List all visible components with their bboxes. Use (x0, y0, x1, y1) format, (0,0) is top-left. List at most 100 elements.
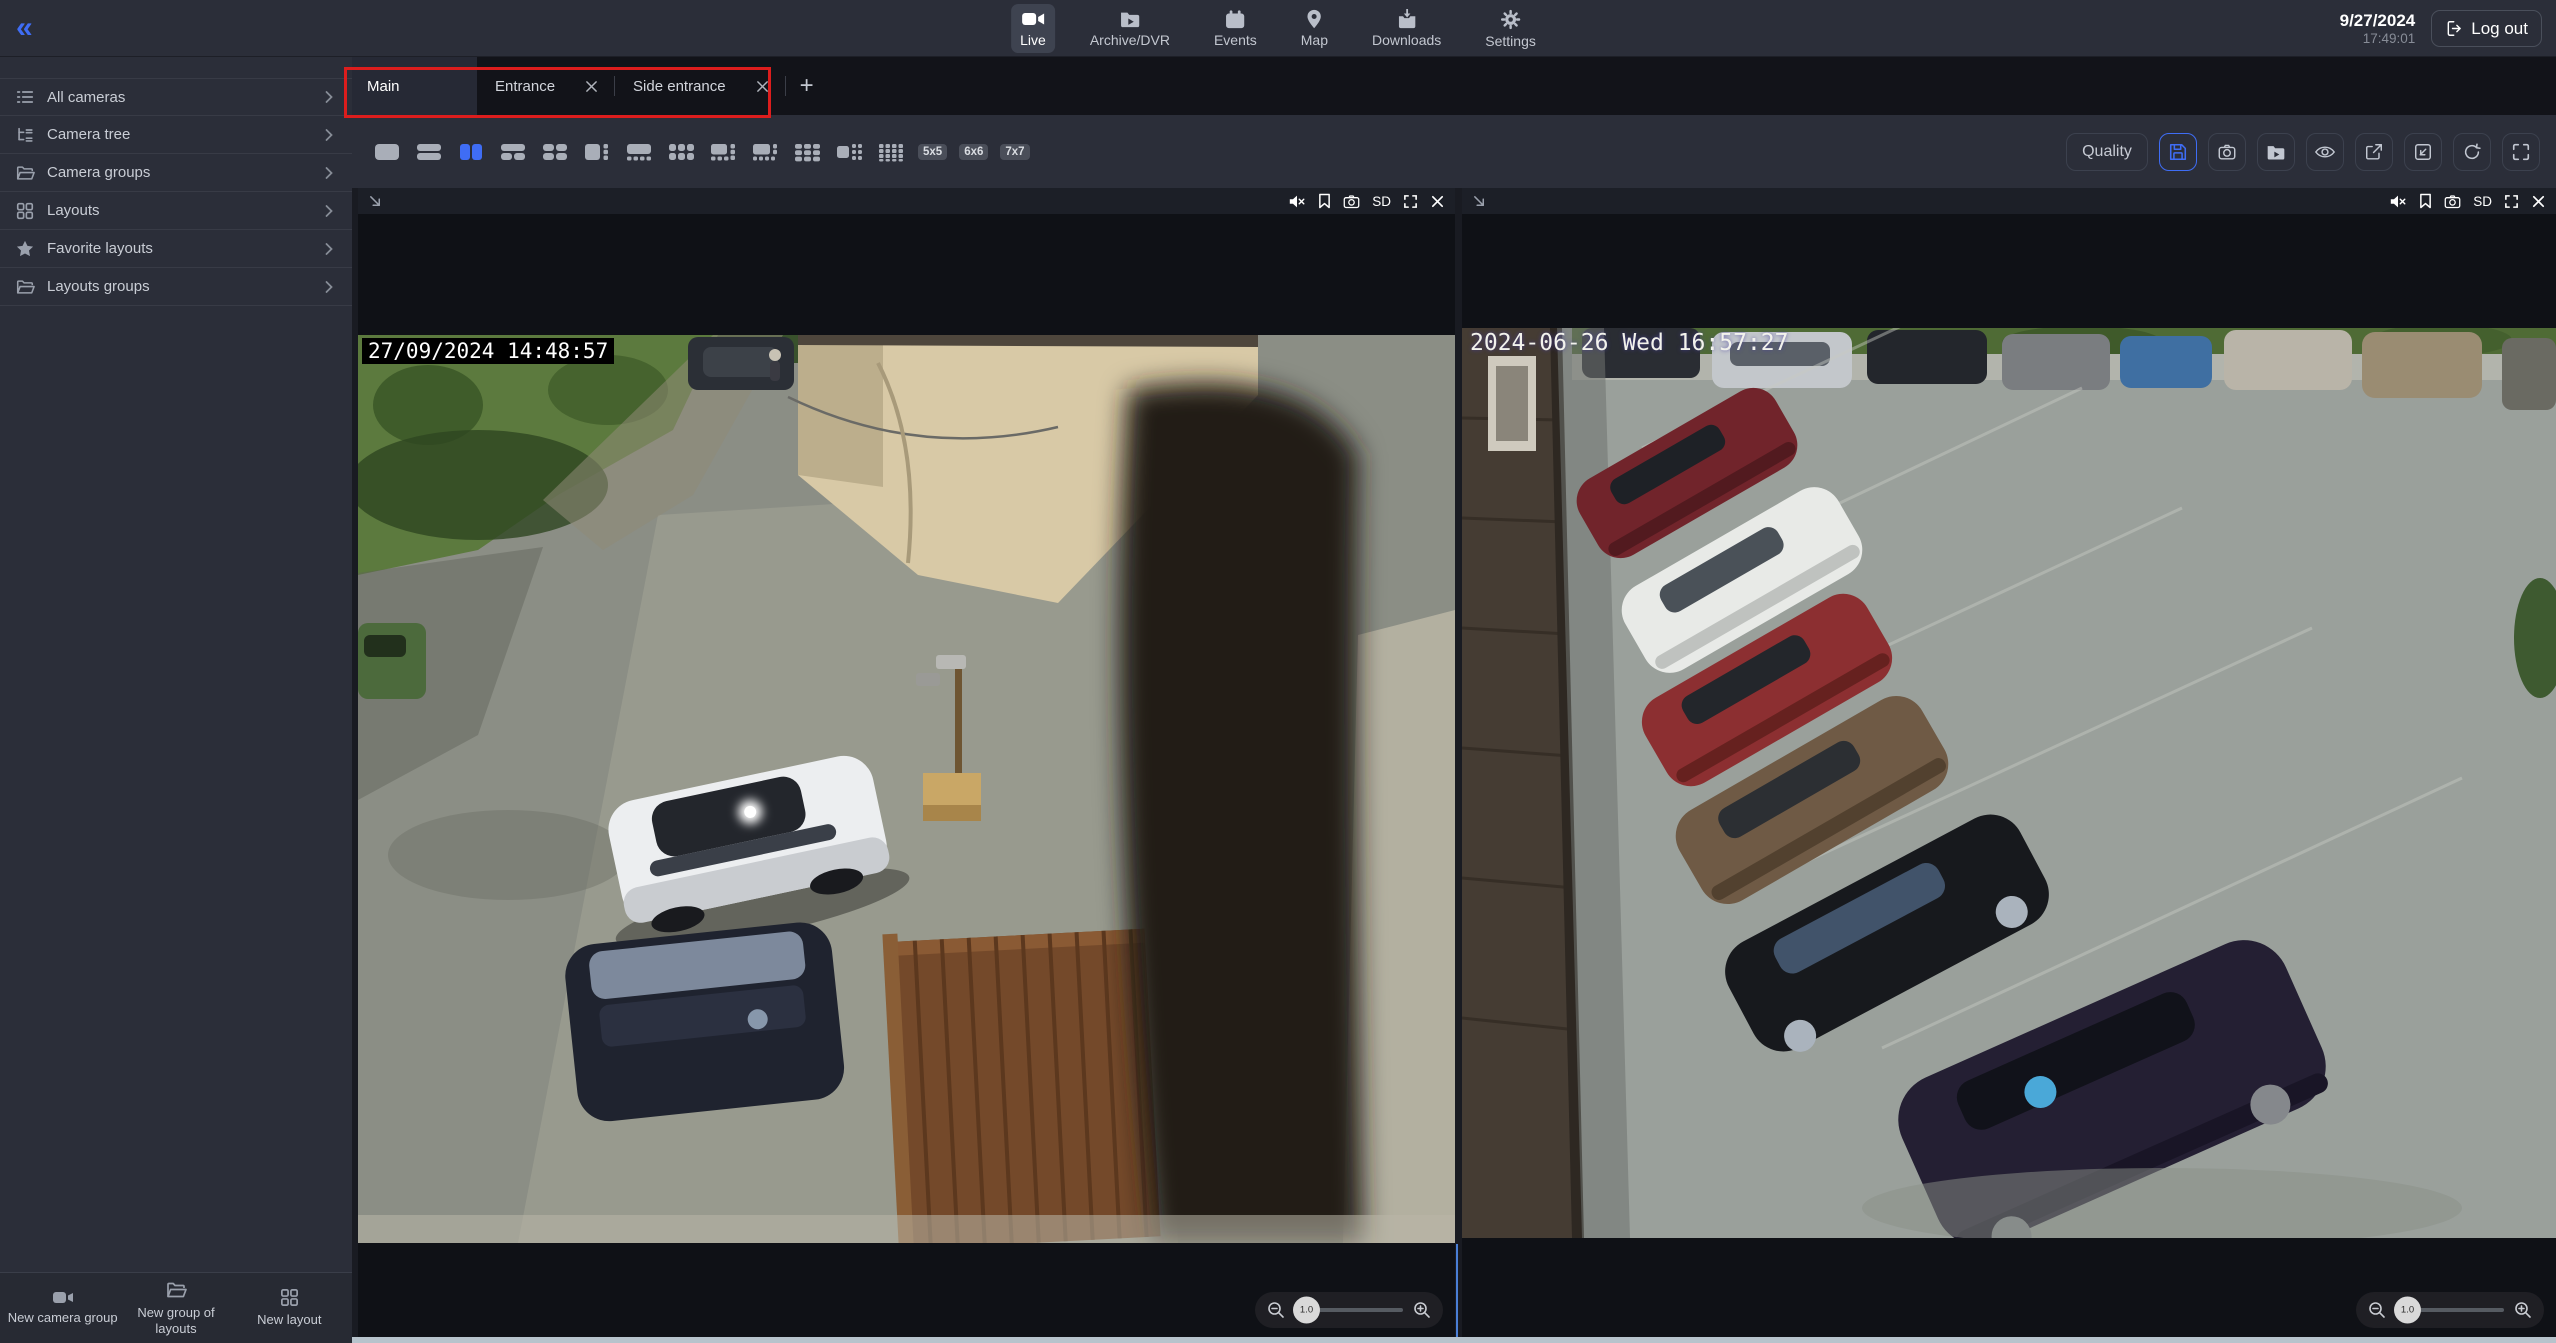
sidebar-collapse-icon[interactable]: « (16, 13, 29, 43)
sd-quality-toggle[interactable]: SD (2473, 194, 2492, 209)
layout-5x5-button[interactable]: 5x5 (918, 144, 947, 160)
logout-label: Log out (2471, 19, 2528, 39)
person-walking (769, 349, 781, 381)
sd-quality-toggle[interactable]: SD (1372, 194, 1391, 209)
sidebar-item-layouts-groups[interactable]: Layouts groups (0, 268, 352, 306)
nav-downloads[interactable]: Downloads (1363, 4, 1450, 53)
tab-entrance[interactable]: Entrance (477, 57, 614, 115)
nav-settings[interactable]: Settings (1476, 4, 1545, 54)
resize-arrow-icon[interactable] (368, 194, 383, 209)
zoom-in-icon[interactable] (1413, 1301, 1431, 1319)
snapshot-icon[interactable] (2444, 194, 2461, 209)
sidebar-item-label: Camera tree (47, 126, 321, 143)
layout-1-plus-2-button[interactable] (498, 141, 528, 163)
top-bar: « Live Archive/DVR Events Map (0, 0, 2556, 57)
export-button[interactable] (2355, 133, 2393, 171)
layout-4x4-button[interactable] (876, 141, 906, 163)
mute-icon[interactable] (2389, 194, 2407, 209)
layout-6x6-button[interactable]: 6x6 (959, 144, 988, 160)
new-group-of-layouts-button[interactable]: New group of layouts (120, 1279, 232, 1338)
folder-icon (15, 163, 35, 183)
snapshot-button[interactable] (2208, 133, 2246, 171)
sidebar-footer: New camera group New group of layouts Ne… (0, 1272, 352, 1343)
tab-close-icon[interactable] (752, 78, 773, 95)
sidebar-item-favorite-layouts[interactable]: Favorite layouts (0, 230, 352, 268)
tile-close-icon[interactable] (1430, 194, 1445, 209)
star-icon (15, 239, 35, 259)
layout-3x2-button[interactable] (666, 141, 696, 163)
nav-live[interactable]: Live (1011, 4, 1055, 53)
zoom-out-icon[interactable] (2368, 1301, 2386, 1319)
layout-7x7-button[interactable]: 7x7 (1000, 144, 1029, 160)
current-date: 9/27/2024 (2340, 11, 2416, 31)
live-camera-icon (1021, 9, 1045, 29)
layout-1x1-button[interactable] (372, 141, 402, 163)
open-archive-button[interactable] (2257, 133, 2295, 171)
zoom-in-icon[interactable] (2514, 1301, 2532, 1319)
sidebar-item-label: Layouts groups (47, 278, 321, 295)
top-right-cluster: 9/27/2024 17:49:01 Log out (2340, 0, 2542, 57)
layout-1-plus-7-button[interactable] (750, 141, 780, 163)
folder-icon (15, 277, 35, 297)
datetime: 9/27/2024 17:49:01 (2340, 11, 2416, 46)
osd-timestamp: 27/09/2024 14:48:57 (362, 338, 614, 364)
fence (882, 921, 1160, 1243)
camera-tile-side-entrance[interactable]: SD (1462, 188, 2556, 1337)
quality-button[interactable]: Quality (2066, 133, 2148, 171)
add-tab-button[interactable]: + (786, 76, 828, 96)
archive-folder-icon (1118, 9, 1142, 29)
tab-label: Entrance (495, 78, 555, 95)
bookmark-icon[interactable] (1318, 193, 1331, 209)
new-camera-group-button[interactable]: New camera group (7, 1289, 119, 1326)
nav-label: Live (1020, 32, 1046, 48)
zoom-slider[interactable]: 1.0 (1295, 1308, 1403, 1312)
sidebar-item-camera-groups[interactable]: Camera groups (0, 154, 352, 192)
layout-1-plus-3-button[interactable] (582, 141, 612, 163)
layout-3x3-button[interactable] (792, 141, 822, 163)
new-layout-button[interactable]: New layout (233, 1287, 345, 1328)
tile-fullscreen-icon[interactable] (2504, 194, 2519, 209)
sidebar-item-all-cameras[interactable]: All cameras (0, 78, 352, 116)
camera-video-side-entrance[interactable]: 2024-06-26 Wed 16:57:27 (1462, 328, 2556, 1238)
nav-map[interactable]: Map (1292, 4, 1337, 53)
video-camera-icon (51, 1289, 75, 1306)
layout-1-plus-5-button[interactable] (708, 141, 738, 163)
camera-tile-entrance[interactable]: SD (358, 188, 1455, 1337)
resize-arrow-icon[interactable] (1472, 194, 1487, 209)
zoom-out-icon[interactable] (1267, 1301, 1285, 1319)
archive-folder-icon (2266, 142, 2286, 162)
zoom-slider[interactable]: 1.0 (2396, 1308, 2504, 1312)
tile-fullscreen-icon[interactable] (1403, 194, 1418, 209)
bookmark-icon[interactable] (2419, 193, 2432, 209)
layout-2-columns-button[interactable] (456, 141, 486, 163)
tab-close-icon[interactable] (581, 78, 602, 95)
logout-button[interactable]: Log out (2431, 10, 2542, 47)
layout-2x2-button[interactable] (540, 141, 570, 163)
pip-button[interactable] (2404, 133, 2442, 171)
building-wall (1462, 328, 1630, 1238)
grid-icon (15, 201, 35, 221)
zoom-slider-handle[interactable]: 1.0 (2394, 1297, 2421, 1324)
tab-side-entrance[interactable]: Side entrance (615, 57, 785, 115)
sidebar-item-camera-tree[interactable]: Camera tree (0, 116, 352, 154)
tab-main[interactable]: Main (352, 57, 477, 115)
layout-2-rows-button[interactable] (414, 141, 444, 163)
nav-events[interactable]: Events (1205, 4, 1266, 53)
logout-icon (2445, 19, 2464, 38)
fullscreen-button[interactable] (2502, 133, 2540, 171)
bottom-strip (352, 1337, 2556, 1343)
tab-label: Side entrance (633, 78, 726, 95)
snapshot-icon[interactable] (1343, 194, 1360, 209)
save-layout-button[interactable] (2159, 133, 2197, 171)
nav-archive-dvr[interactable]: Archive/DVR (1081, 4, 1179, 53)
zoom-slider-handle[interactable]: 1.0 (1293, 1297, 1320, 1324)
tile-close-icon[interactable] (2531, 194, 2546, 209)
eye-button[interactable] (2306, 133, 2344, 171)
layout-1-plus-8-button[interactable] (834, 141, 864, 163)
camera-video-entrance[interactable]: 27/09/2024 14:48:57 (358, 335, 1455, 1243)
layout-1-plus-4-button[interactable] (624, 141, 654, 163)
chevron-right-icon (321, 279, 337, 295)
refresh-button[interactable] (2453, 133, 2491, 171)
mute-icon[interactable] (1288, 194, 1306, 209)
sidebar-item-layouts[interactable]: Layouts (0, 192, 352, 230)
